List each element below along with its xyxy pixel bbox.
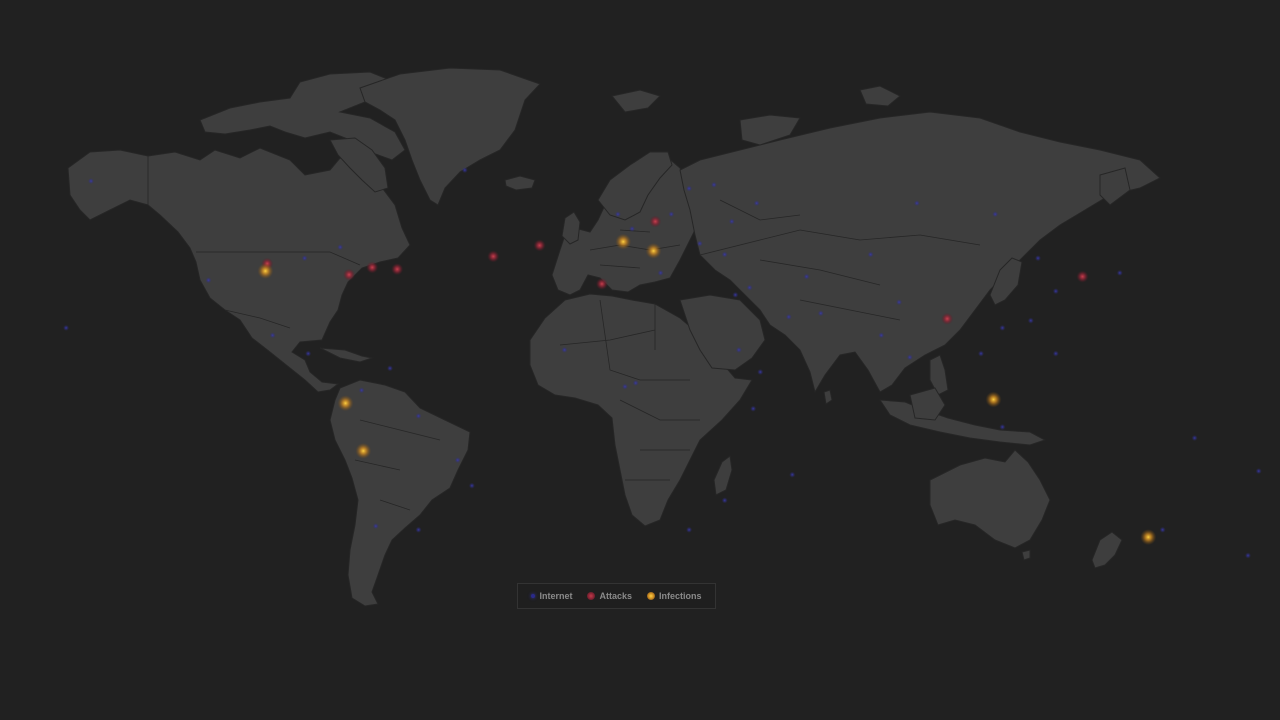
british-isles <box>561 211 581 245</box>
attack-marker-8[interactable] <box>941 312 954 325</box>
internet-marker-5[interactable] <box>387 365 393 372</box>
internet-marker-33[interactable] <box>1052 288 1059 295</box>
internet-marker-45[interactable] <box>789 471 796 478</box>
internet-marker-20[interactable] <box>721 251 728 258</box>
internet-marker-17[interactable] <box>753 200 760 207</box>
attack-marker-6[interactable] <box>649 215 662 228</box>
world-map-svg <box>63 67 1262 607</box>
legend-item-internet[interactable]: Internet <box>531 591 573 601</box>
internet-marker-25[interactable] <box>803 273 810 280</box>
legend-label-internet: Internet <box>539 591 573 601</box>
internet-marker-52[interactable] <box>1191 435 1198 441</box>
internet-marker-41[interactable] <box>721 497 728 504</box>
internet-marker-29[interactable] <box>906 354 913 361</box>
australia <box>929 449 1051 549</box>
madagascar <box>713 455 733 496</box>
legend-item-infections[interactable]: Infections <box>646 591 702 601</box>
world-map[interactable]: Internet Attacks Infections <box>0 0 1280 720</box>
internet-marker-14[interactable] <box>668 211 675 218</box>
internet-marker-43[interactable] <box>735 346 742 353</box>
internet-marker-8[interactable] <box>454 457 461 464</box>
internet-marker-31[interactable] <box>999 324 1006 331</box>
infection-marker-4[interactable] <box>355 442 372 459</box>
internet-marker-50[interactable] <box>913 200 920 207</box>
internet-marker-18[interactable] <box>728 218 735 225</box>
attack-marker-1[interactable] <box>343 268 356 281</box>
internet-marker-51[interactable] <box>992 211 999 218</box>
internet-marker-38[interactable] <box>632 380 639 386</box>
internet-marker-35[interactable] <box>1116 269 1123 276</box>
infection-marker-2[interactable] <box>645 242 662 259</box>
internet-marker-15[interactable] <box>686 185 693 192</box>
internet-marker-44[interactable] <box>757 369 764 375</box>
infection-marker-6[interactable] <box>1140 529 1157 546</box>
internet-marker-2[interactable] <box>205 277 212 284</box>
internet-marker-26[interactable] <box>867 251 874 258</box>
internet-marker-34[interactable] <box>1027 317 1034 324</box>
internet-marker-7[interactable] <box>415 413 422 419</box>
legend-label-infections: Infections <box>658 591 702 601</box>
south-america <box>329 379 471 607</box>
internet-marker-10[interactable] <box>372 523 379 530</box>
internet-marker-39[interactable] <box>561 346 568 353</box>
internet-marker-27[interactable] <box>896 299 903 306</box>
internet-marker-54[interactable] <box>63 324 70 331</box>
internet-marker-32[interactable] <box>1035 255 1041 262</box>
map-legend: Internet Attacks Infections <box>517 583 716 609</box>
tasmania <box>1021 549 1031 561</box>
kamchatka <box>1099 167 1131 206</box>
iceland <box>504 175 536 191</box>
infection-marker-1[interactable] <box>615 233 632 250</box>
internet-marker-22[interactable] <box>732 291 739 298</box>
internet-marker-46[interactable] <box>1159 526 1166 533</box>
internet-marker-16[interactable] <box>711 181 717 188</box>
legend-item-attacks[interactable]: Attacks <box>587 591 632 601</box>
legend-label-attacks: Attacks <box>599 591 632 601</box>
internet-marker-9[interactable] <box>415 526 422 533</box>
internet-marker-3[interactable] <box>269 332 276 339</box>
infection-dot-icon <box>646 592 655 600</box>
internet-marker-13[interactable] <box>629 225 636 232</box>
internet-marker-6[interactable] <box>358 387 365 394</box>
internet-marker-53[interactable] <box>1255 468 1262 475</box>
internet-marker-19[interactable] <box>696 240 703 247</box>
attack-marker-3[interactable] <box>391 263 404 276</box>
internet-marker-0[interactable] <box>337 244 344 251</box>
internet-marker-49[interactable] <box>461 167 468 174</box>
internet-marker-1[interactable] <box>301 255 308 262</box>
internet-marker-30[interactable] <box>978 350 984 357</box>
internet-marker-23[interactable] <box>785 313 792 320</box>
attack-marker-7[interactable] <box>595 277 608 290</box>
infection-marker-5[interactable] <box>985 391 1002 408</box>
internet-marker-24[interactable] <box>817 310 824 317</box>
internet-marker-12[interactable] <box>614 211 621 218</box>
caribbean <box>319 347 374 363</box>
svalbard <box>611 89 661 113</box>
internet-marker-47[interactable] <box>1245 552 1251 559</box>
attack-marker-2[interactable] <box>366 261 379 274</box>
internet-marker-28[interactable] <box>878 332 885 339</box>
internet-marker-37[interactable] <box>999 424 1006 430</box>
internet-marker-42[interactable] <box>686 526 693 533</box>
attack-marker-9[interactable] <box>1076 270 1089 283</box>
internet-marker-40[interactable] <box>750 405 757 412</box>
internet-marker-56[interactable] <box>622 383 628 390</box>
internet-marker-55[interactable] <box>657 269 664 276</box>
attack-dot-icon <box>587 592 596 600</box>
infection-marker-0[interactable] <box>257 263 274 279</box>
attack-marker-5[interactable] <box>533 239 546 252</box>
infection-marker-3[interactable] <box>337 395 354 412</box>
internet-marker-21[interactable] <box>746 284 753 291</box>
indonesia <box>879 399 1047 446</box>
internet-marker-11[interactable] <box>468 482 475 489</box>
new-zealand <box>1091 531 1123 569</box>
sri-lanka <box>823 389 833 405</box>
internet-marker-36[interactable] <box>1052 350 1059 357</box>
attack-marker-4[interactable] <box>487 250 500 263</box>
internet-dot-icon <box>531 594 536 598</box>
internet-marker-48[interactable] <box>88 178 94 185</box>
internet-marker-4[interactable] <box>305 350 312 357</box>
severnaya-zemlya <box>859 85 901 107</box>
